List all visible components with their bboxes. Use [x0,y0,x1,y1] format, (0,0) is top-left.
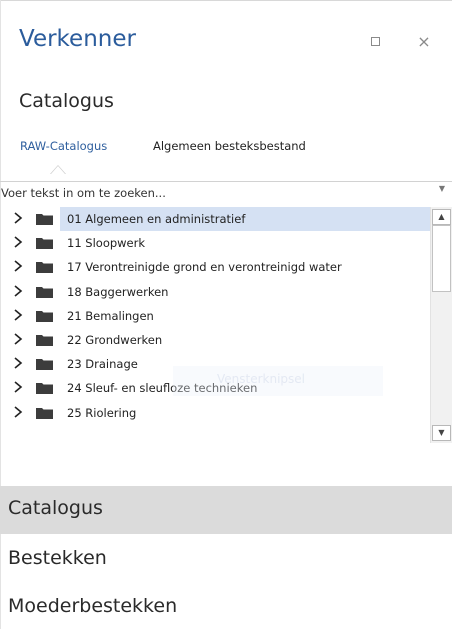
chevron-right-icon[interactable] [12,259,24,273]
tree-item-label: 11 Sloopwerk [67,236,146,251]
tab-raw-catalogus[interactable]: RAW-Catalogus [20,139,107,153]
search-input[interactable] [0,182,431,204]
folder-icon [36,359,53,371]
vertical-scrollbar[interactable]: ▲ ▼ [430,207,452,443]
folder-icon [36,238,53,250]
nav-catalogus[interactable]: Catalogus [0,486,452,534]
tree-item-label: 23 Drainage [67,357,138,372]
nav-label: Bestekken [8,547,107,569]
chevron-down-icon[interactable]: ▼ [439,184,445,193]
nav-moederbestekken[interactable]: Moederbestekken [0,584,452,632]
ghost-tooltip: Vensterknipsel [173,366,383,396]
tree-item-label: 25 Riolering [67,405,137,420]
close-button[interactable]: × [416,34,432,50]
panel-top-border [0,0,452,1]
ghost-tooltip-text: Vensterknipsel [217,372,306,386]
chevron-right-icon[interactable] [12,380,24,394]
tree-item[interactable]: 11 Sloopwerk [0,231,430,255]
tree-item[interactable]: 01 Algemeen en administratief [0,207,430,231]
section-heading: Catalogus [19,90,114,112]
chevron-right-icon[interactable] [12,284,24,298]
tree-item-label: 22 Grondwerken [67,332,163,347]
folder-icon [36,383,53,395]
tab-algemeen-besteksbestand[interactable]: Algemeen besteksbestand [153,139,306,153]
tree-item[interactable]: 18 Baggerwerken [0,280,430,304]
folder-icon [36,310,53,322]
panel-title: Verkenner [19,26,136,52]
chevron-right-icon[interactable] [12,211,24,225]
nav-label: Catalogus [8,497,103,519]
folder-icon [36,286,53,298]
chevron-right-icon[interactable] [12,405,24,419]
folder-icon [36,334,53,346]
nav-bestekken[interactable]: Bestekken [0,536,452,584]
folder-icon [36,262,53,274]
catalog-tree: 01 Algemeen en administratief 11 Sloopwe… [0,207,430,443]
tree-item-label: 01 Algemeen en administratief [67,212,246,226]
scroll-down-button[interactable]: ▼ [432,425,451,441]
tree-item-label: 21 Bemalingen [67,308,154,323]
scroll-up-button[interactable]: ▲ [432,209,451,225]
chevron-right-icon[interactable] [12,235,24,249]
folder-icon [36,407,53,419]
tree-item-label: 18 Baggerwerken [67,284,169,299]
tree-item[interactable]: 25 Riolering [0,401,430,425]
chevron-right-icon[interactable] [12,356,24,370]
maximize-icon [370,37,380,46]
folder-icon [36,214,53,225]
nav-label: Moederbestekken [8,595,178,617]
tree-item[interactable]: 17 Verontreinigde grond en verontreinigd… [0,255,430,279]
search-box: ▼ [0,181,452,205]
chevron-right-icon[interactable] [12,308,24,322]
tree-item[interactable]: 22 Grondwerken [0,328,430,352]
tree-item[interactable]: 21 Bemalingen [0,304,430,328]
scroll-thumb[interactable] [432,225,451,292]
maximize-button[interactable] [367,34,383,50]
chevron-right-icon[interactable] [12,332,24,346]
tree-item-label: 17 Verontreinigde grond en verontreinigd… [67,260,342,275]
